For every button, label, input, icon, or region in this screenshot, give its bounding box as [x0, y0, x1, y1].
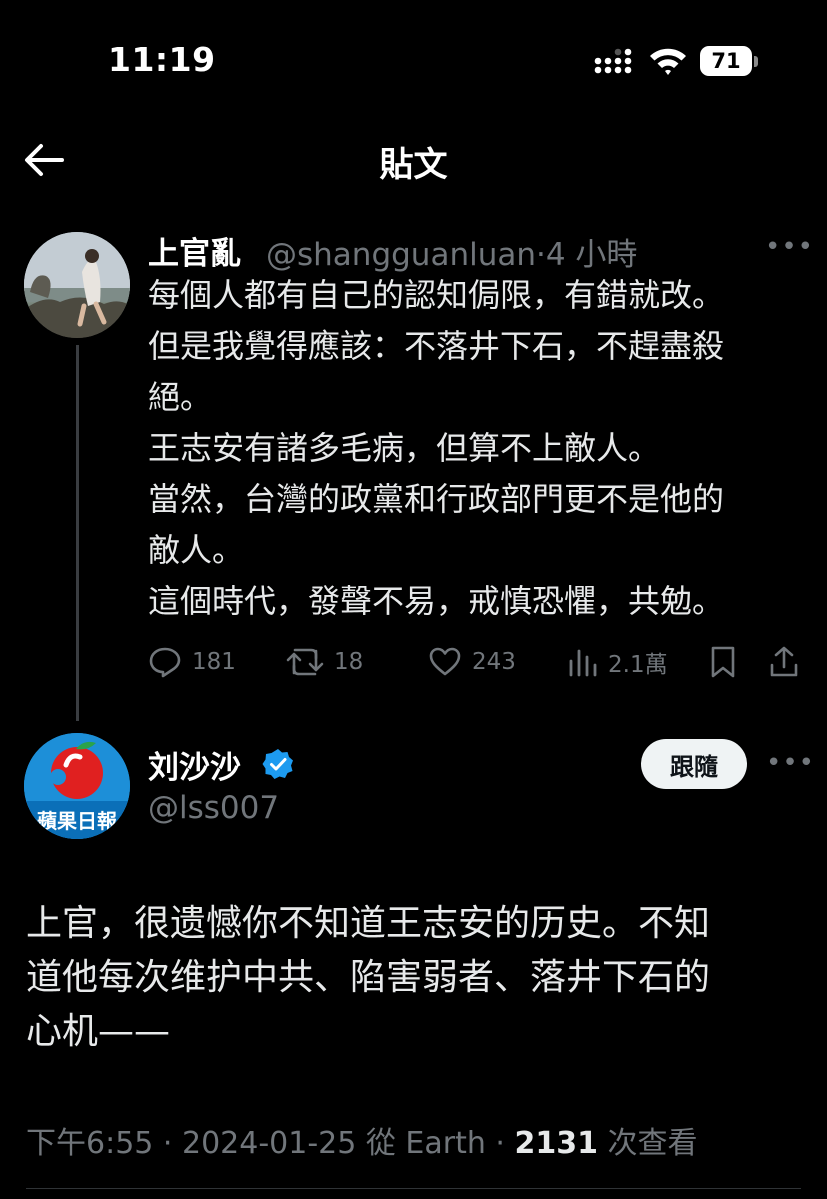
wifi-icon — [650, 48, 686, 75]
tweet-line: 上官，很遗憾你不知道王志安的历史。不知 — [26, 903, 711, 944]
tweet-line: 當然，台灣的政黨和行政部門更不是他的 — [148, 480, 725, 518]
tweet-source: 從 Earth — [365, 1126, 486, 1161]
author-meta: @shangguanluan·4 小時 — [266, 229, 637, 274]
tweet-line: 每個人都有自己的認知侷限，有錯就改。 — [148, 276, 725, 314]
avatar[interactable]: 蘋果日報 — [24, 733, 130, 839]
reply-icon — [149, 647, 181, 678]
tweet-line: 但是我覺得應該：不落井下石，不趕盡殺 — [148, 327, 725, 365]
share-button[interactable] — [768, 640, 810, 684]
follow-button[interactable]: 跟隨 — [641, 739, 747, 789]
view-count: 2131 — [514, 1126, 599, 1161]
meta-separator: · — [536, 237, 546, 273]
tweet-metadata: 下午6:55 · 2024-01-25 從 Earth · 2131 次查看 — [26, 1126, 698, 1161]
tweet-line: 這個時代，發聲不易，戒慎恐懼，共勉。 — [148, 582, 725, 620]
tweet-time[interactable]: 下午6:55 — [26, 1126, 153, 1161]
retweet-icon — [286, 648, 324, 676]
heart-icon — [429, 647, 461, 676]
tweet-line: 心机—— — [26, 1011, 171, 1052]
tweet-line: 王志安有諸多毛病，但算不上敵人。 — [148, 429, 661, 467]
tweet-line: 絕。 — [148, 378, 213, 416]
divider — [26, 1188, 801, 1189]
author-handle[interactable]: @lss007 — [148, 790, 279, 826]
thread-line — [76, 345, 79, 721]
author-name[interactable]: 刘沙沙 — [148, 742, 241, 787]
bookmark-icon — [711, 646, 735, 678]
author-name[interactable]: 上官亂 — [148, 228, 241, 273]
bookmark-button[interactable] — [708, 640, 748, 684]
avatar[interactable] — [24, 232, 130, 338]
verified-badge-icon — [262, 749, 293, 779]
time-ago: 4 小時 — [545, 237, 638, 273]
cellular-signal-icon — [594, 48, 632, 74]
share-icon — [770, 646, 798, 677]
tweet-date[interactable]: 2024-01-25 — [182, 1126, 356, 1161]
battery-level: 71 — [700, 46, 752, 76]
retweet-button[interactable]: 18 — [286, 640, 363, 684]
tweet-line: 道他每次维护中共、陷害弱者、落井下石的 — [26, 957, 711, 998]
view-label: 次查看 — [607, 1126, 698, 1161]
author-handle[interactable]: @shangguanluan — [266, 237, 536, 273]
more-options-icon[interactable]: ••• — [766, 748, 814, 778]
like-count: 243 — [472, 649, 516, 675]
avatar-logo-text: 蘋果日報 — [37, 809, 117, 833]
tweet-text: 每個人都有自己的認知侷限，有錯就改。 但是我覺得應該：不落井下石，不趕盡殺 絕。… — [148, 270, 808, 627]
views-chart-icon — [569, 649, 597, 677]
tweet-text: 上官，很遗憾你不知道王志安的历史。不知 道他每次维护中共、陷害弱者、落井下石的 … — [26, 897, 806, 1059]
more-options-icon[interactable]: ••• — [765, 232, 813, 262]
tweet-actions: 181 18 243 2.1萬 — [148, 640, 808, 684]
reply-button[interactable]: 181 — [148, 640, 236, 684]
like-button[interactable]: 243 — [428, 640, 516, 684]
views-count: 2.1萬 — [608, 652, 668, 678]
tweet-line: 敵人。 — [148, 531, 245, 569]
battery-indicator: 71 — [700, 46, 760, 76]
page-title: 貼文 — [379, 145, 448, 185]
status-time: 11:19 — [108, 40, 216, 79]
retweet-count: 18 — [334, 649, 364, 675]
reply-count: 181 — [192, 649, 236, 675]
views-button[interactable]: 2.1萬 — [568, 640, 668, 684]
